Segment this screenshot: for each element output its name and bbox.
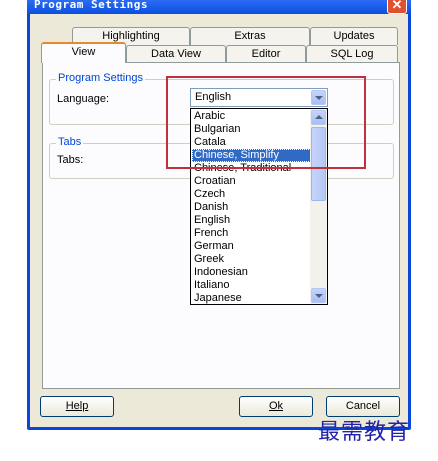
language-option[interactable]: French: [192, 227, 311, 240]
language-option[interactable]: Indonesian: [192, 266, 311, 279]
tab-editor[interactable]: Editor: [226, 45, 306, 63]
close-button[interactable]: ✕: [387, 0, 407, 14]
language-option[interactable]: English: [192, 214, 311, 227]
tab-view[interactable]: View: [41, 42, 126, 63]
annotation-highlight-box: [166, 76, 366, 169]
language-label: Language:: [57, 93, 109, 105]
tab-updates[interactable]: Updates: [310, 27, 398, 45]
tab-extras[interactable]: Extras: [190, 27, 310, 45]
help-button-label: Help: [65, 400, 89, 412]
tab-data-view[interactable]: Data View: [126, 45, 226, 63]
close-icon: ✕: [391, 0, 403, 12]
tab-highlighting-label: Highlighting: [102, 30, 160, 42]
help-button[interactable]: Help: [40, 396, 114, 417]
tabs-label: Tabs:: [57, 154, 84, 166]
language-option[interactable]: Czech: [192, 188, 311, 201]
language-option[interactable]: Italiano: [192, 279, 311, 292]
tab-updates-label: Updates: [333, 30, 375, 42]
tab-editor-label: Editor: [251, 48, 281, 60]
language-option[interactable]: Croatian: [192, 175, 311, 188]
tab-sql-log[interactable]: SQL Log: [306, 45, 398, 63]
scroll-down-icon: [315, 294, 323, 298]
watermark-text: 最需教育: [318, 420, 411, 445]
language-option[interactable]: Japanese: [192, 292, 311, 304]
window-title: Program Settings: [34, 0, 148, 11]
ok-button-label: Ok: [268, 400, 284, 412]
language-option[interactable]: Danish: [192, 201, 311, 214]
scroll-down-button[interactable]: [311, 288, 326, 303]
cancel-button-label: Cancel: [345, 400, 381, 412]
tabs-legend: Tabs: [56, 136, 84, 148]
program-settings-legend: Program Settings: [56, 72, 145, 84]
title-bar[interactable]: Program Settings ✕: [27, 0, 411, 14]
tab-extras-label: Extras: [234, 30, 266, 42]
tab-data-view-label: Data View: [151, 48, 201, 60]
language-option[interactable]: German: [192, 240, 311, 253]
language-option[interactable]: Greek: [192, 253, 311, 266]
tab-view-label: View: [71, 46, 96, 58]
tab-sql-log-label: SQL Log: [330, 48, 374, 60]
ok-button[interactable]: Ok: [239, 396, 313, 417]
